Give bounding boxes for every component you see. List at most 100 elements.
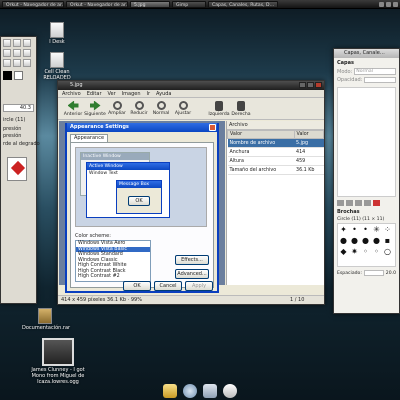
effects-button[interactable]: Effects...: [175, 255, 209, 265]
brush-icon[interactable]: ●: [339, 236, 348, 245]
layers-list[interactable]: [337, 87, 396, 197]
new-layer-icon[interactable]: [337, 200, 344, 206]
table-row[interactable]: Altura 459: [227, 156, 324, 166]
scheme-option[interactable]: High Contrast #2: [76, 274, 150, 280]
foreground-color[interactable]: [3, 71, 12, 80]
brush-icon[interactable]: ✷: [350, 247, 359, 256]
opacity-slider[interactable]: [364, 77, 396, 83]
terminal-icon[interactable]: [203, 384, 217, 398]
maximize-icon[interactable]: [307, 82, 314, 88]
spacing-slider[interactable]: [363, 270, 384, 276]
apply-button[interactable]: Apply: [185, 281, 213, 291]
previous-button[interactable]: Anterior: [62, 100, 84, 117]
brush-icon[interactable]: ◦: [372, 247, 381, 256]
brush-icon[interactable]: ●: [350, 236, 359, 245]
brush-icon[interactable]: ◆: [339, 247, 348, 256]
fit-button[interactable]: Ajustar: [172, 101, 194, 116]
taskbar-item[interactable]: Orkut - Navegador de ar…: [2, 0, 64, 8]
brush-grid[interactable]: ✦ • • ✳ ⁘ ● ● ● ● ▪ ◆ ✷ ◦ ◦ ○: [337, 223, 396, 267]
system-tray: [379, 1, 398, 7]
desktop-icon[interactable]: l Desk: [34, 22, 80, 45]
taskbar-item[interactable]: Orkut - Navegador de ar…: [66, 0, 128, 8]
brush-icon[interactable]: ▪: [383, 236, 392, 245]
brush-icon[interactable]: •: [361, 225, 370, 234]
menu-imagen[interactable]: Imagen: [122, 90, 141, 97]
brush-icon[interactable]: ✳: [372, 225, 381, 234]
menu-ir[interactable]: Ir: [147, 90, 151, 97]
table-row[interactable]: Tamaño del archivo 36.1 Kb: [227, 165, 324, 175]
gimp-toolbox: 40.3 ircle (11) presión presión rde al d…: [0, 36, 40, 304]
minimize-icon[interactable]: [299, 82, 306, 88]
option-text: presión: [3, 126, 22, 132]
tool-button[interactable]: [13, 39, 21, 47]
menu-editar[interactable]: Editar: [87, 90, 102, 97]
clock-icon[interactable]: [393, 1, 398, 7]
color-scheme-list[interactable]: Windows Vista Aero Windows Vista Basic W…: [75, 240, 151, 282]
taskbar-item[interactable]: Gimp: [172, 0, 206, 8]
table-row[interactable]: Anchura 414: [227, 147, 324, 157]
next-button[interactable]: Siguiente: [84, 100, 106, 117]
taskbar-item[interactable]: 5.jpg: [130, 0, 170, 8]
close-icon[interactable]: [315, 82, 322, 88]
viewer-titlebar[interactable]: 5.jpg: [58, 81, 324, 90]
background-color[interactable]: [14, 71, 23, 80]
network-icon[interactable]: [379, 1, 384, 7]
advanced-button[interactable]: Advanced...: [175, 269, 209, 279]
tool-button[interactable]: [23, 59, 31, 67]
dialog-titlebar[interactable]: Appearance Settings: [67, 123, 217, 132]
tool-button[interactable]: [3, 39, 11, 47]
brush-icon[interactable]: ●: [372, 236, 381, 245]
menu-ver[interactable]: Ver: [108, 90, 116, 97]
property-value: 36.1 Kb: [294, 165, 324, 175]
brush-size-field[interactable]: 40.3: [3, 104, 34, 112]
brush-icon[interactable]: ✦: [339, 225, 348, 234]
close-icon[interactable]: [209, 124, 216, 131]
mode-select[interactable]: Normal: [354, 68, 396, 75]
brush-icon[interactable]: ●: [361, 236, 370, 245]
layers-section-title: Capas: [337, 60, 354, 66]
toolbar-label: Siguiente: [84, 111, 106, 117]
tool-button[interactable]: [13, 49, 21, 57]
tab-appearance[interactable]: Appearance: [70, 134, 109, 142]
volume-icon[interactable]: [386, 1, 391, 7]
table-row[interactable]: Nombre de archivo 5.jpg: [227, 138, 324, 148]
raise-layer-icon[interactable]: [346, 200, 353, 206]
dock: [145, 380, 255, 398]
column-header[interactable]: Valor: [293, 130, 325, 139]
brush-icon[interactable]: •: [350, 225, 359, 234]
cancel-button[interactable]: Cancel: [154, 281, 182, 291]
desktop-icon[interactable]: James Clunney - I got Mono from Miguel d…: [30, 338, 86, 385]
rotate-left-button[interactable]: Izquierda: [208, 100, 230, 117]
menu-archivo[interactable]: Archivo: [62, 90, 81, 97]
taskbar-item[interactable]: Capas, Canales, Rutas, D…: [208, 0, 278, 8]
option-text: rde al degrado: [3, 141, 40, 147]
tool-button[interactable]: [3, 49, 11, 57]
desktop-icon[interactable]: Documentación.rar: [22, 308, 70, 331]
zoom-out-button[interactable]: Reducir: [128, 101, 150, 116]
zoom-in-icon: [112, 101, 122, 110]
toolbar-label: Derecha: [231, 111, 251, 117]
dock-titlebar[interactable]: Capas, Canale…: [334, 49, 399, 58]
ok-button[interactable]: OK: [123, 281, 151, 291]
tool-button[interactable]: [23, 49, 31, 57]
folder-icon[interactable]: [163, 384, 177, 398]
brush-icon[interactable]: ◦: [361, 247, 370, 256]
normal-size-button[interactable]: Normal: [150, 101, 172, 116]
duplicate-layer-icon[interactable]: [364, 200, 371, 206]
zoom-in-button[interactable]: Ampliar: [106, 101, 128, 116]
tool-button[interactable]: [3, 59, 11, 67]
delete-layer-icon[interactable]: [373, 200, 380, 206]
menu-ayuda[interactable]: Ayuda: [156, 90, 171, 97]
tab-archivo[interactable]: Archivo: [227, 121, 324, 130]
browser-icon[interactable]: [183, 384, 197, 398]
desktop-icon[interactable]: Cell Clean RELOADED: [34, 52, 80, 81]
rotate-right-button[interactable]: Derecha: [230, 100, 252, 117]
color-swatches[interactable]: [1, 69, 36, 82]
tool-button[interactable]: [13, 59, 21, 67]
settings-icon[interactable]: [223, 384, 237, 398]
lower-layer-icon[interactable]: [355, 200, 362, 206]
brush-icon[interactable]: ○: [383, 247, 392, 256]
brush-icon[interactable]: ⁘: [383, 225, 392, 234]
tool-button[interactable]: [23, 39, 31, 47]
column-header[interactable]: Valor: [227, 130, 295, 139]
